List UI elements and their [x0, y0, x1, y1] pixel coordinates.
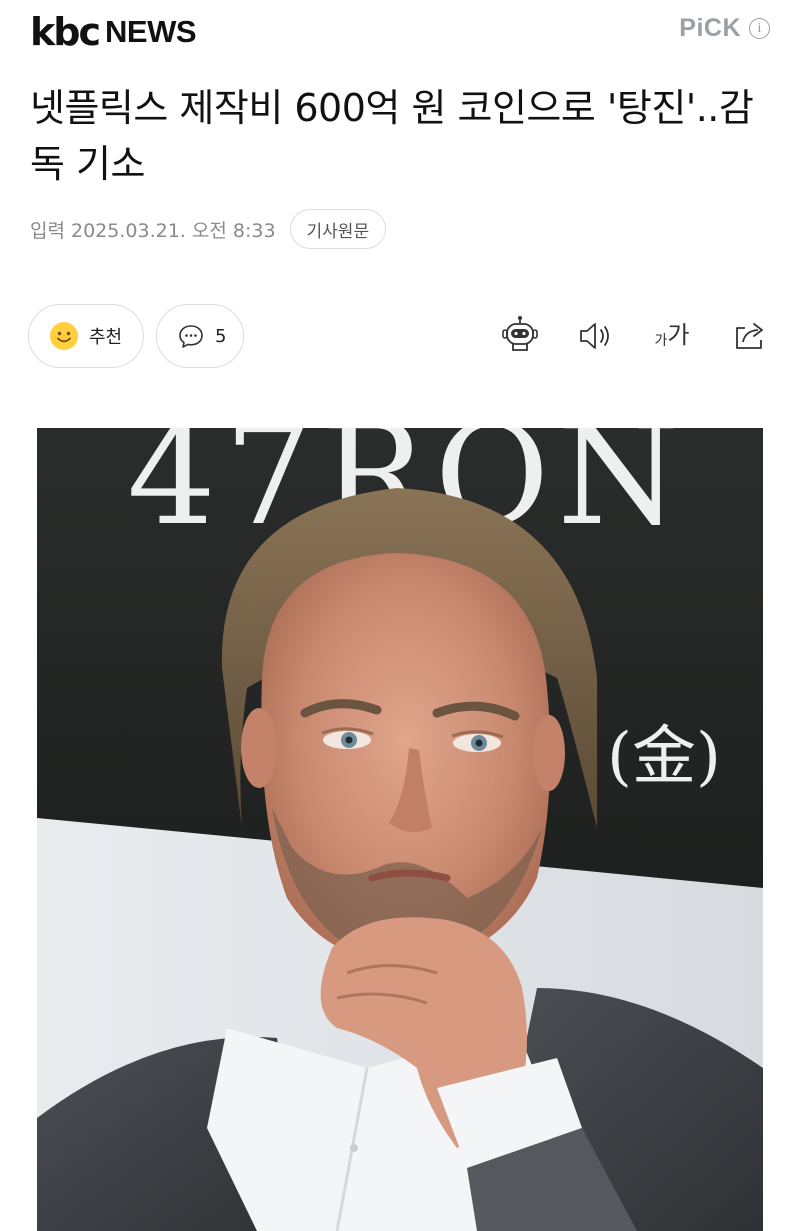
header-bar: kbc NEWS PiCK i: [0, 0, 800, 70]
publish-date: 입력 2025.03.21. 오전 8:33: [30, 219, 276, 242]
font-size-small: 가: [654, 333, 668, 349]
original-article-button[interactable]: 기사원문: [289, 209, 387, 249]
robot-icon: [502, 316, 538, 351]
logo-news-text: NEWS: [105, 14, 197, 49]
speaker-icon: [580, 323, 609, 349]
font-size-button[interactable]: 가 가: [648, 312, 696, 360]
backdrop-text-mid: (金): [607, 720, 721, 794]
article-tools: 가 가: [0, 312, 800, 360]
article-title: 넷플릭스 제작비 600억 원 코인으로 '탕진'..감독 기소: [30, 86, 754, 186]
pick-badge[interactable]: PiCK i: [679, 14, 770, 43]
share-button[interactable]: [728, 312, 772, 360]
director-portrait-image: 47RON (金): [37, 428, 763, 1231]
text-to-speech-button[interactable]: [574, 312, 618, 360]
article-meta: 입력 2025.03.21. 오전 8:33 기사원문: [30, 208, 387, 250]
ai-summary-button[interactable]: [496, 312, 544, 360]
font-size-large: 가: [667, 321, 690, 349]
article-photo: 47RON (金): [37, 428, 763, 1231]
share-icon: [736, 323, 763, 349]
info-icon[interactable]: i: [749, 18, 770, 39]
pick-label: PiCK: [679, 14, 741, 42]
kbc-news-logo[interactable]: kbc NEWS: [30, 10, 197, 54]
logo-kbc-text: kbc: [30, 10, 101, 54]
